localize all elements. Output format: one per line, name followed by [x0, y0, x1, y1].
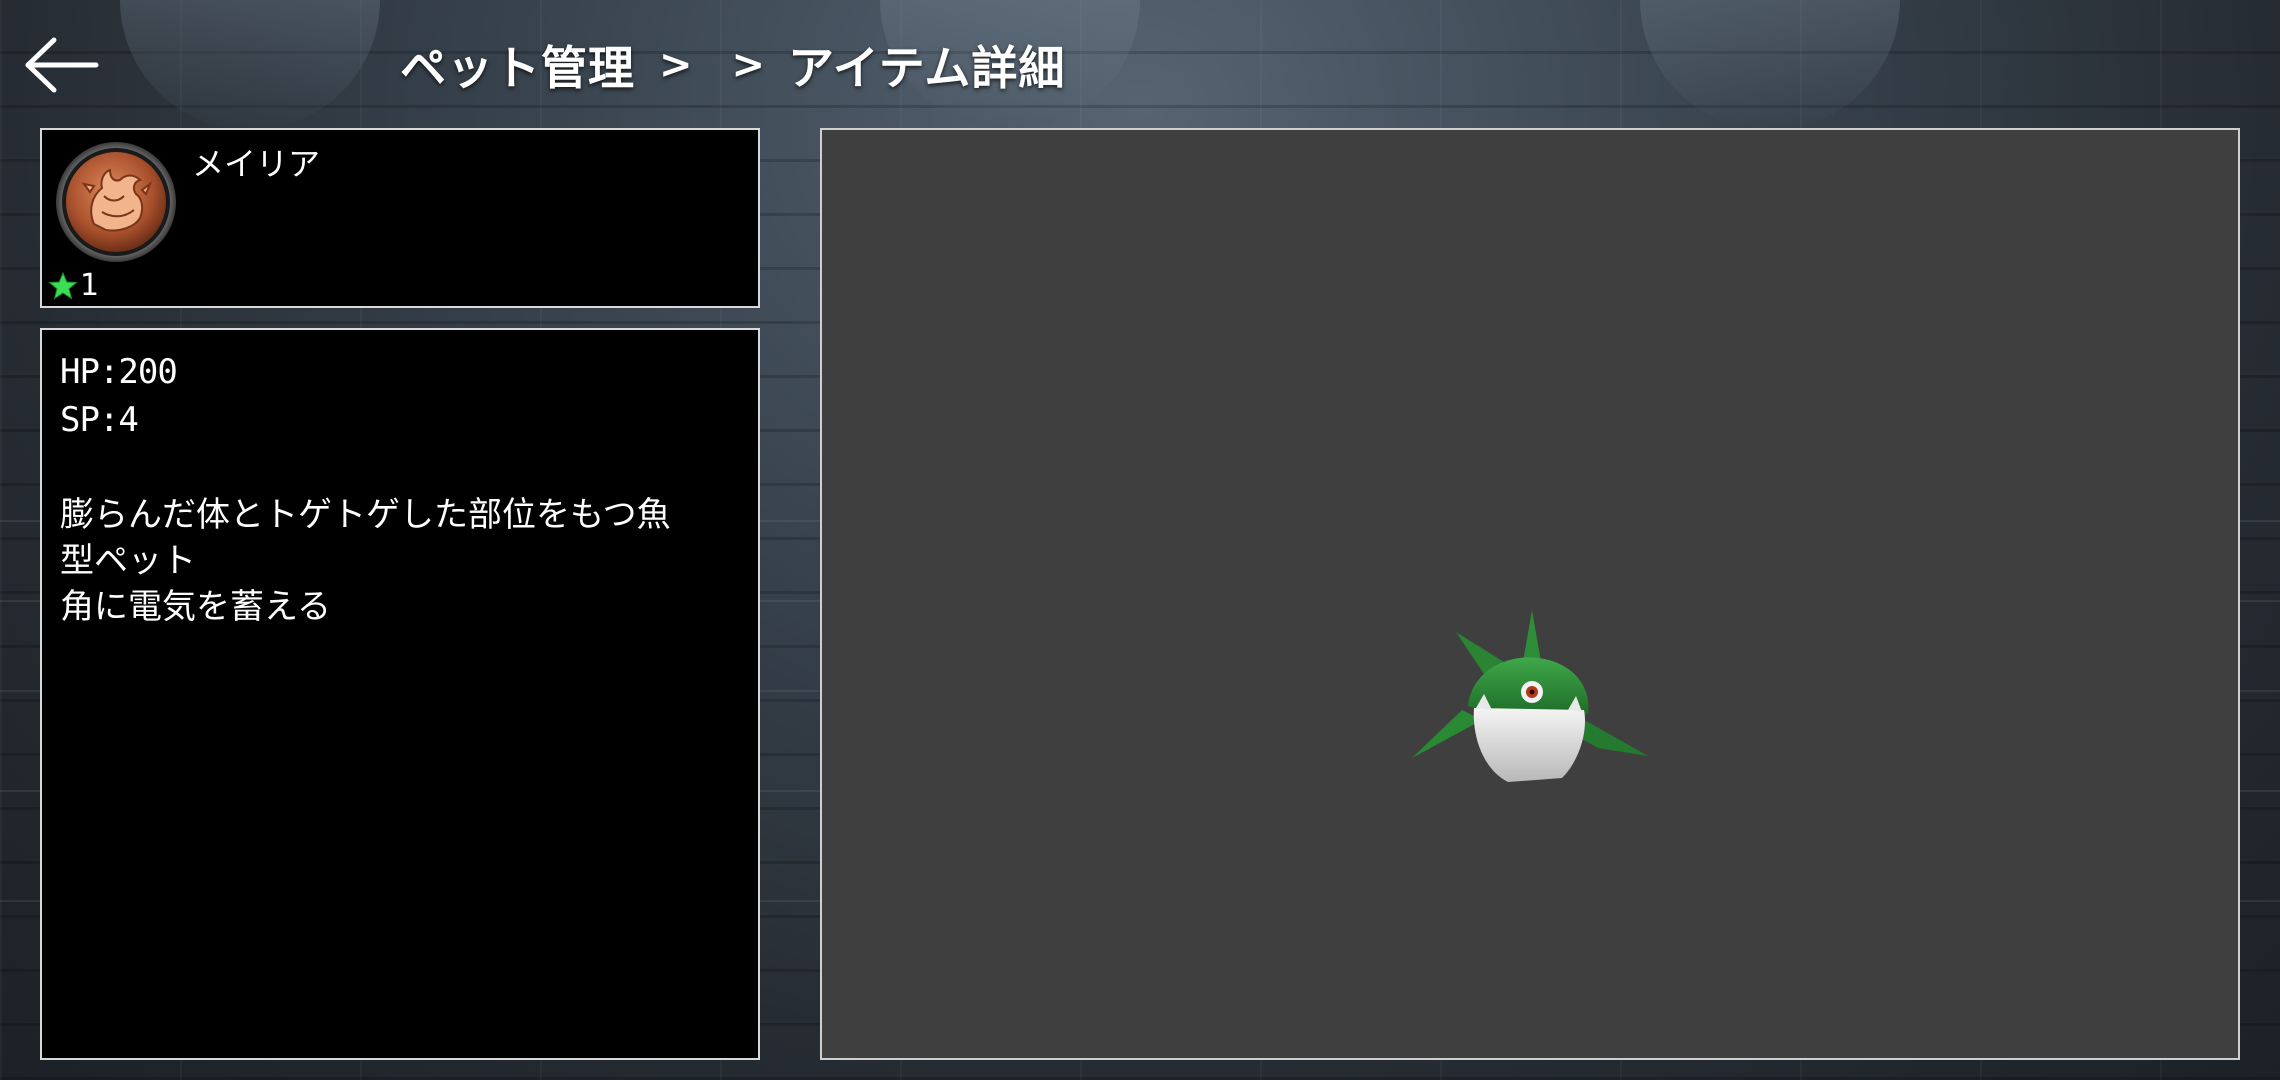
background-arch: [120, 0, 380, 130]
description-line: 角に電気を蓄える: [60, 587, 331, 627]
back-button[interactable]: [22, 30, 102, 100]
breadcrumb-pet-management[interactable]: ペット管理: [400, 32, 635, 98]
pet-model-image: [1412, 610, 1648, 782]
sp-stat: SP:4: [60, 400, 139, 440]
pet-rank-value: 1: [80, 268, 100, 303]
pet-description: 膨らんだ体とトゲトゲした部位をもつ魚 型ペット 角に電気を蓄える: [60, 492, 750, 630]
hp-stat: HP:200: [60, 352, 178, 392]
breadcrumb-separator: >: [731, 42, 767, 88]
page-title: アイテム詳細: [788, 41, 1066, 95]
description-line: 型ペット: [60, 541, 196, 581]
pet-emblem-icon: [54, 140, 178, 264]
pet-info-card: メイリア 1: [40, 128, 760, 308]
description-line: 膨らんだ体とトゲトゲした部位をもつ魚: [60, 495, 671, 535]
pet-model-preview[interactable]: [820, 128, 2240, 1060]
breadcrumb-separator: >: [659, 42, 694, 88]
pet-detail-panel: HP:200 SP:4 膨らんだ体とトゲトゲした部位をもつ魚 型ペット 角に電気…: [40, 328, 760, 1060]
star-icon: [48, 271, 78, 300]
breadcrumb: ペット管理 > > アイテム詳細: [400, 30, 1065, 100]
back-arrow-icon: [25, 37, 99, 93]
pet-name: メイリア: [192, 145, 321, 183]
pet-rank: 1: [48, 268, 99, 304]
background-arch: [1640, 0, 1900, 130]
